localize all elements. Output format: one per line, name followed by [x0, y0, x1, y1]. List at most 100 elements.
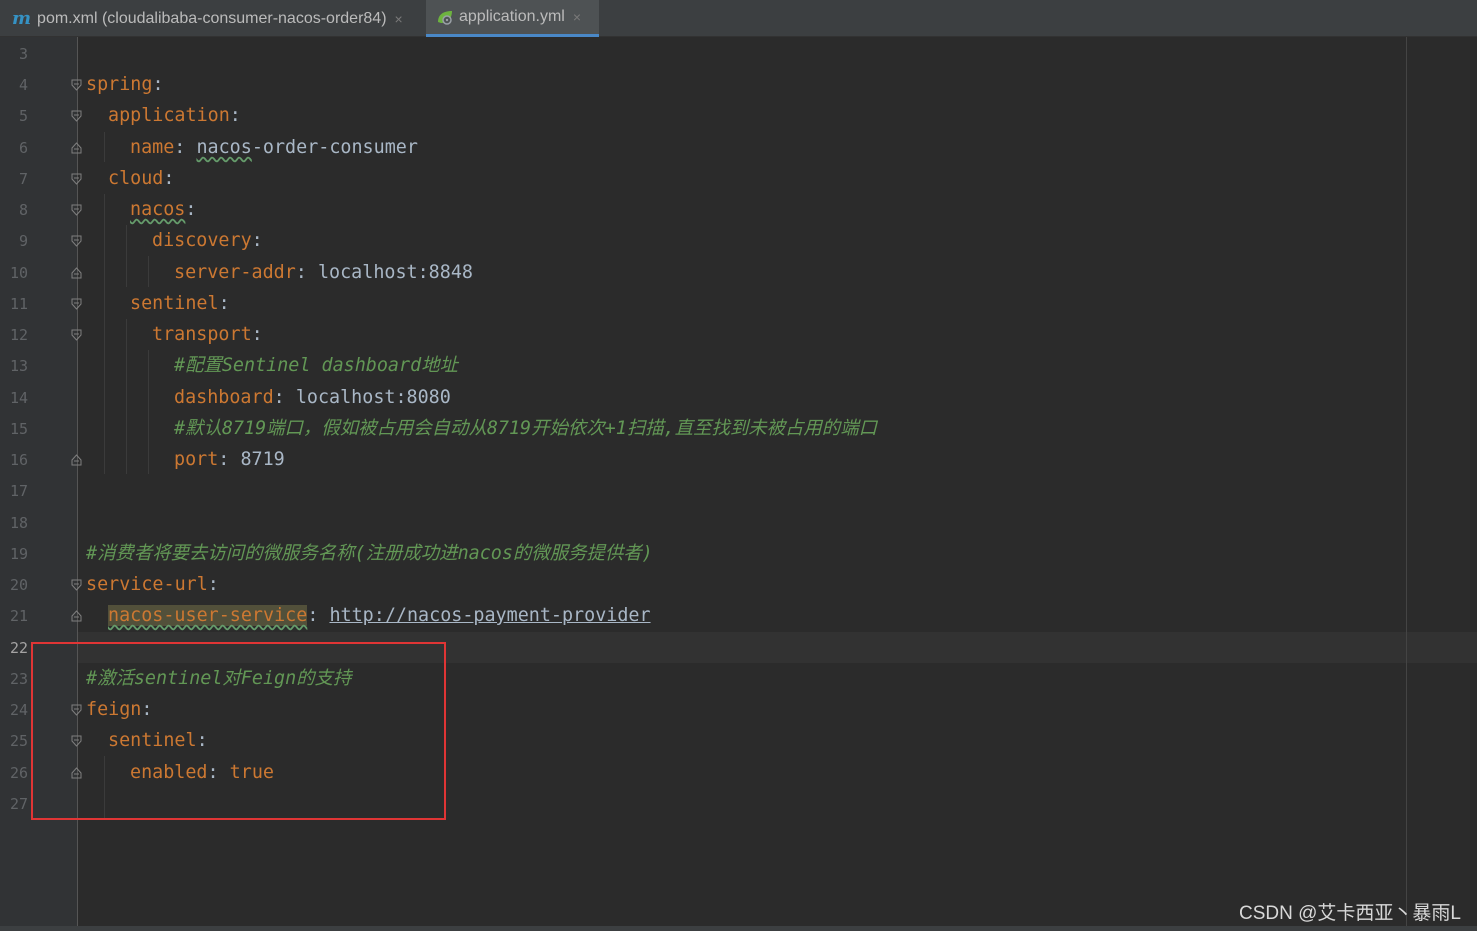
yaml-key: service-url [86, 574, 208, 595]
line-number: 4 [18, 76, 28, 94]
code-line-14[interactable]: dashboard: localhost:8080 [174, 382, 451, 413]
close-icon[interactable]: × [573, 9, 581, 25]
fold-end-icon[interactable] [71, 267, 82, 279]
yaml-url-value[interactable]: http://nacos-payment-provider [329, 605, 650, 626]
indent-guide [148, 350, 149, 474]
tab-application-yml[interactable]: application.yml × [426, 0, 599, 37]
code-line-10[interactable]: server-addr: localhost:8848 [174, 257, 473, 288]
yaml-key: spring [86, 74, 153, 95]
line-number: 6 [18, 139, 28, 157]
line-number: 11 [9, 295, 28, 313]
yaml-key: transport [152, 324, 252, 345]
code-line-21[interactable]: nacos-user-service: http://nacos-payment… [108, 600, 651, 631]
fold-open-icon[interactable] [71, 204, 82, 216]
line-number: 16 [9, 451, 28, 469]
indent-guide [148, 256, 149, 287]
spring-leaf-icon [436, 8, 454, 26]
yaml-colon: : [207, 574, 219, 595]
line-number: 12 [9, 326, 28, 344]
editor-tab-bar: m pom.xml (cloudalibaba-consumer-nacos-o… [0, 0, 1477, 37]
maven-m-icon: m [12, 8, 32, 29]
yaml-colon: : [218, 449, 241, 470]
line-number: 3 [18, 45, 28, 63]
yaml-colon: : [185, 199, 197, 220]
code-line-20[interactable]: service-url: [86, 569, 219, 600]
fold-end-icon[interactable] [71, 610, 82, 622]
code-line-9[interactable]: discovery: [152, 225, 263, 256]
yaml-colon: : [152, 74, 164, 95]
yaml-colon: : [251, 324, 263, 345]
line-number: 18 [9, 514, 28, 532]
code-line-15-comment[interactable]: #默认8719端口，假如被占用会自动从8719开始依次+1扫描,直至找到未被占用… [174, 413, 877, 444]
yaml-colon: : [251, 230, 263, 251]
yaml-key: dashboard [174, 387, 274, 408]
indent-guide [104, 194, 105, 474]
line-number: 7 [18, 170, 28, 188]
code-line-12[interactable]: transport: [152, 319, 263, 350]
bottom-border [0, 926, 1477, 931]
yaml-key: discovery [152, 230, 252, 251]
code-line-7[interactable]: cloud: [108, 163, 174, 194]
line-number: 23 [9, 670, 28, 688]
yaml-value-spellcheck: nacos [196, 137, 252, 158]
fold-end-icon[interactable] [71, 454, 82, 466]
yaml-key-highlighted: nacos-user-service [108, 605, 308, 626]
right-margin-guide [1406, 37, 1407, 931]
tab-label: application.yml [459, 8, 565, 25]
code-line-16[interactable]: port: 8719 [174, 444, 285, 475]
line-number-current: 22 [9, 639, 28, 657]
code-line-6[interactable]: name: nacos-order-consumer [130, 132, 418, 163]
fold-end-icon[interactable] [71, 142, 82, 154]
line-number: 24 [9, 701, 28, 719]
yaml-value: localhost:8848 [317, 262, 473, 283]
code-line-8[interactable]: nacos: [130, 194, 196, 225]
watermark: CSDN @艾卡西亚丶暴雨L [1239, 903, 1461, 924]
yaml-value: 8719 [240, 449, 285, 470]
code-line-19-comment[interactable]: #消费者将要去访问的微服务名称(注册成功进nacos的微服务提供者) [86, 538, 653, 569]
yaml-key: nacos [130, 199, 186, 220]
fold-open-icon[interactable] [71, 298, 82, 310]
yaml-key: port [174, 449, 219, 470]
code-line-5[interactable]: application: [108, 100, 241, 131]
line-number: 20 [9, 576, 28, 594]
code-line-11[interactable]: sentinel: [130, 288, 230, 319]
code-line-4[interactable]: spring: [86, 69, 164, 100]
fold-open-icon[interactable] [71, 173, 82, 185]
tab-pom-xml[interactable]: m pom.xml (cloudalibaba-consumer-nacos-o… [0, 0, 426, 37]
line-number: 21 [9, 607, 28, 625]
line-number: 13 [9, 357, 28, 375]
yaml-colon: : [273, 387, 296, 408]
yaml-key: name [130, 137, 175, 158]
yaml-colon: : [295, 262, 318, 283]
yaml-key: server-addr [174, 262, 296, 283]
yaml-colon: : [163, 168, 175, 189]
line-number: 25 [9, 732, 28, 750]
yaml-key: sentinel [130, 293, 219, 314]
line-number: 17 [9, 482, 28, 500]
yaml-key: application [108, 105, 230, 126]
yaml-value: localhost:8080 [295, 387, 451, 408]
fold-open-icon[interactable] [71, 79, 82, 91]
tab-label: pom.xml (cloudalibaba-consumer-nacos-ord… [37, 9, 387, 27]
fold-open-icon[interactable] [71, 579, 82, 591]
yaml-colon: : [307, 605, 330, 626]
yaml-value: -order-consumer [251, 137, 418, 158]
indent-guide [126, 225, 127, 287]
line-number: 26 [9, 764, 28, 782]
indent-guide [104, 132, 105, 162]
yaml-colon: : [174, 137, 197, 158]
fold-open-icon[interactable] [71, 235, 82, 247]
red-highlight-box [31, 642, 446, 820]
yaml-key: cloud [108, 168, 164, 189]
yaml-colon: : [229, 105, 241, 126]
indent-guide [126, 319, 127, 474]
fold-open-icon[interactable] [71, 329, 82, 341]
code-line-13-comment[interactable]: #配置Sentinel dashboard地址 [174, 350, 458, 381]
line-number: 15 [9, 420, 28, 438]
yaml-colon: : [218, 293, 230, 314]
line-number: 8 [18, 201, 28, 219]
close-icon[interactable]: × [395, 11, 403, 27]
line-number: 10 [9, 264, 28, 282]
fold-open-icon[interactable] [71, 110, 82, 122]
line-number: 27 [9, 795, 28, 813]
